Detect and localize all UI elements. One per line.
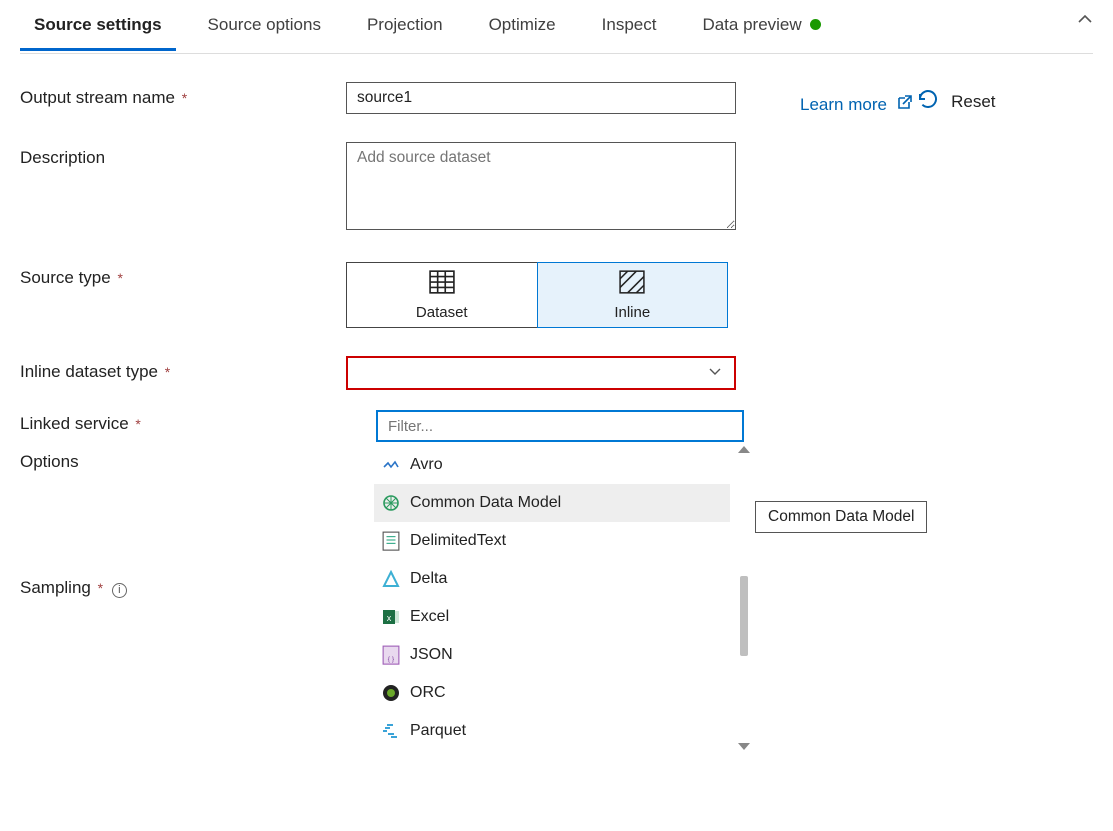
- dropdown-item-label: Avro: [410, 456, 443, 474]
- delta-icon: [382, 570, 400, 588]
- reset-label: Reset: [951, 92, 995, 112]
- row-description: Description: [20, 142, 760, 234]
- inline-dataset-type-dropdown: Avro Common Data Model DelimitedText Del…: [366, 400, 756, 756]
- tab-inspect[interactable]: Inspect: [588, 3, 671, 51]
- dropdown-item-label: Excel: [410, 608, 449, 626]
- label-text: Output stream name: [20, 88, 175, 107]
- tooltip-text: Common Data Model: [768, 508, 914, 525]
- row-output-stream-name: Output stream name *: [20, 82, 760, 114]
- description-textarea[interactable]: [346, 142, 736, 230]
- dropdown-item-excel[interactable]: x Excel: [374, 598, 730, 636]
- grid-icon: [429, 270, 455, 298]
- source-type-inline-button[interactable]: Inline: [537, 262, 729, 328]
- json-icon: { }: [382, 646, 400, 664]
- dropdown-item-parquet[interactable]: Parquet: [374, 712, 730, 750]
- label-text: Inline dataset type: [20, 362, 158, 381]
- dropdown-item-orc[interactable]: ORC: [374, 674, 730, 712]
- svg-text:x: x: [387, 613, 392, 623]
- required-indicator: *: [135, 416, 140, 432]
- dropdown-item-common-data-model[interactable]: Common Data Model: [374, 484, 730, 522]
- tab-label: Source settings: [34, 15, 162, 35]
- tab-bar: Source settings Source options Projectio…: [20, 0, 1093, 54]
- tab-source-options[interactable]: Source options: [194, 3, 335, 51]
- dropdown-item-label: JSON: [410, 646, 453, 664]
- inline-dataset-type-combobox[interactable]: [346, 356, 736, 390]
- info-icon[interactable]: i: [112, 583, 127, 598]
- dropdown-scrollbar[interactable]: [738, 446, 748, 750]
- csv-icon: [382, 532, 400, 550]
- refresh-icon: [917, 88, 939, 115]
- label-description: Description: [20, 142, 346, 168]
- tooltip: Common Data Model: [755, 501, 927, 533]
- label-source-type: Source type *: [20, 262, 346, 288]
- toggle-label: Inline: [614, 304, 650, 321]
- dropdown-item-label: Delta: [410, 570, 447, 588]
- label-inline-dataset-type: Inline dataset type *: [20, 356, 346, 382]
- required-indicator: *: [165, 364, 170, 380]
- label-options: Options: [20, 446, 346, 472]
- source-type-dataset-button[interactable]: Dataset: [347, 263, 538, 327]
- excel-icon: x: [382, 608, 400, 626]
- link-text: Learn more: [800, 95, 887, 115]
- tab-label: Data preview: [702, 15, 801, 35]
- parquet-icon: [382, 722, 400, 740]
- dropdown-item-delimited-text[interactable]: DelimitedText: [374, 522, 730, 560]
- scroll-thumb[interactable]: [740, 576, 748, 656]
- reset-button[interactable]: Reset: [917, 88, 995, 115]
- orc-icon: [382, 684, 400, 702]
- tab-label: Projection: [367, 15, 443, 35]
- dropdown-item-label: Common Data Model: [410, 494, 561, 512]
- tab-label: Optimize: [489, 15, 556, 35]
- required-indicator: *: [98, 580, 103, 596]
- label-sampling: Sampling * i: [20, 572, 346, 598]
- row-inline-dataset-type: Inline dataset type *: [20, 356, 760, 390]
- tab-data-preview[interactable]: Data preview: [688, 3, 834, 51]
- tab-label: Inspect: [602, 15, 657, 35]
- label-linked-service: Linked service *: [20, 408, 346, 434]
- label-text: Options: [20, 452, 79, 471]
- svg-text:{ }: { }: [388, 656, 395, 663]
- source-type-toggle: Dataset Inline: [346, 262, 728, 328]
- dropdown-item-json[interactable]: { } JSON: [374, 636, 730, 674]
- label-text: Source type: [20, 268, 111, 287]
- row-source-type: Source type * Dataset: [20, 262, 760, 328]
- dropdown-item-label: ORC: [410, 684, 446, 702]
- hatch-icon: [619, 270, 645, 298]
- label-text: Sampling: [20, 578, 91, 597]
- label-text: Description: [20, 148, 105, 167]
- dropdown-item-label: Parquet: [410, 722, 466, 740]
- label-text: Linked service: [20, 414, 129, 433]
- tab-projection[interactable]: Projection: [353, 3, 457, 51]
- collapse-panel-button[interactable]: [1077, 12, 1093, 32]
- scroll-up-icon: [738, 446, 750, 453]
- avro-icon: [382, 456, 400, 474]
- dropdown-item-delta[interactable]: Delta: [374, 560, 730, 598]
- required-indicator: *: [117, 270, 122, 286]
- tab-optimize[interactable]: Optimize: [475, 3, 570, 51]
- dropdown-item-label: DelimitedText: [410, 532, 506, 550]
- required-indicator: *: [182, 90, 187, 106]
- cdm-icon: [382, 494, 400, 512]
- external-link-icon: [895, 94, 913, 117]
- status-dot-icon: [810, 19, 821, 30]
- chevron-down-icon: [708, 364, 722, 382]
- tab-label: Source options: [208, 15, 321, 35]
- scroll-down-icon: [738, 743, 750, 750]
- tab-source-settings[interactable]: Source settings: [20, 3, 176, 51]
- label-output-stream-name: Output stream name *: [20, 82, 346, 108]
- dropdown-filter-input[interactable]: [376, 410, 744, 442]
- learn-more-link[interactable]: Learn more: [800, 94, 913, 117]
- output-stream-name-input[interactable]: [346, 82, 736, 114]
- dropdown-item-avro[interactable]: Avro: [374, 446, 730, 484]
- toggle-label: Dataset: [416, 304, 468, 321]
